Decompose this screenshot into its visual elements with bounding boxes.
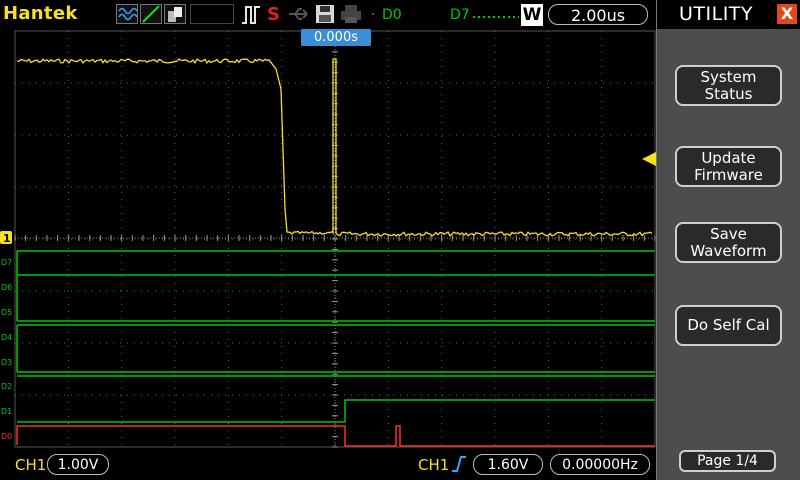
save-disk-icon[interactable]: [315, 4, 335, 25]
window-indicator: W: [521, 4, 543, 26]
channel-label-d7: D7: [1, 258, 12, 267]
trigger-source-label: CH1: [418, 456, 450, 474]
top-status-bar: Hantek S · D0 D7 W 2.00us: [0, 0, 656, 29]
timebase-readout[interactable]: 2.00us: [548, 4, 648, 25]
printer-icon[interactable]: [340, 4, 362, 25]
d0-trace: [16, 425, 655, 447]
d0-marker-icon: ·: [371, 7, 376, 23]
utility-menu-panel: UTILITY X System Status Update Firmware …: [656, 0, 800, 480]
channel-label-d1: D1: [1, 407, 12, 416]
digital-dots-icon: [473, 16, 519, 18]
d1-trace: [17, 399, 655, 423]
channel-label-d3: D3: [1, 358, 12, 367]
menu-pointer-icon: [642, 152, 656, 166]
close-icon[interactable]: X: [777, 4, 797, 24]
menu-title: UTILITY: [679, 3, 754, 25]
wave-mode-icon[interactable]: [116, 4, 138, 24]
usb-icon: [287, 4, 313, 25]
trigger-level[interactable]: 1.60V: [473, 454, 543, 475]
persist-icon[interactable]: [164, 4, 186, 24]
d0-label: D0: [382, 7, 402, 23]
channel-label-d5: D5: [1, 308, 12, 317]
channel-label-d6: D6: [1, 283, 12, 292]
channel-label-d4: D4: [1, 333, 12, 342]
do-self-cal-button[interactable]: Do Self Cal: [675, 305, 782, 346]
brand-logo: Hantek: [3, 3, 78, 24]
stop-icon: S: [267, 4, 280, 25]
graticule: 1 D7 D6 D5 D4 D3 D2 D1 D0: [0, 30, 656, 448]
channel-label-d0: D0: [1, 432, 12, 441]
menu-title-bar: UTILITY X: [657, 0, 800, 29]
trigger-position-tag: 0.000s: [301, 29, 371, 46]
ch1-label: CH1: [15, 456, 47, 474]
ch1-scale[interactable]: 1.00V: [47, 454, 109, 475]
system-status-button[interactable]: System Status: [675, 65, 782, 106]
ramp-icon[interactable]: [140, 4, 162, 24]
ch1-marker-label: 1: [3, 232, 11, 245]
page-button[interactable]: Page 1/4: [679, 450, 776, 472]
rising-edge-icon: [451, 455, 467, 477]
save-waveform-button[interactable]: Save Waveform: [675, 222, 782, 263]
waveform-display[interactable]: 1 D7 D6 D5 D4 D3 D2 D1 D0: [0, 29, 656, 449]
frequency-readout: 0.00000Hz: [550, 454, 650, 475]
update-firmware-button[interactable]: Update Firmware: [675, 146, 782, 187]
blank-indicator: [190, 4, 234, 24]
trigger-pulse-icon: [241, 4, 261, 25]
d7-label: D7: [450, 7, 470, 23]
channel-label-d2: D2: [1, 382, 12, 391]
bottom-status-bar: CH1 1.00V CH1 1.60V 0.00000Hz: [0, 449, 656, 480]
